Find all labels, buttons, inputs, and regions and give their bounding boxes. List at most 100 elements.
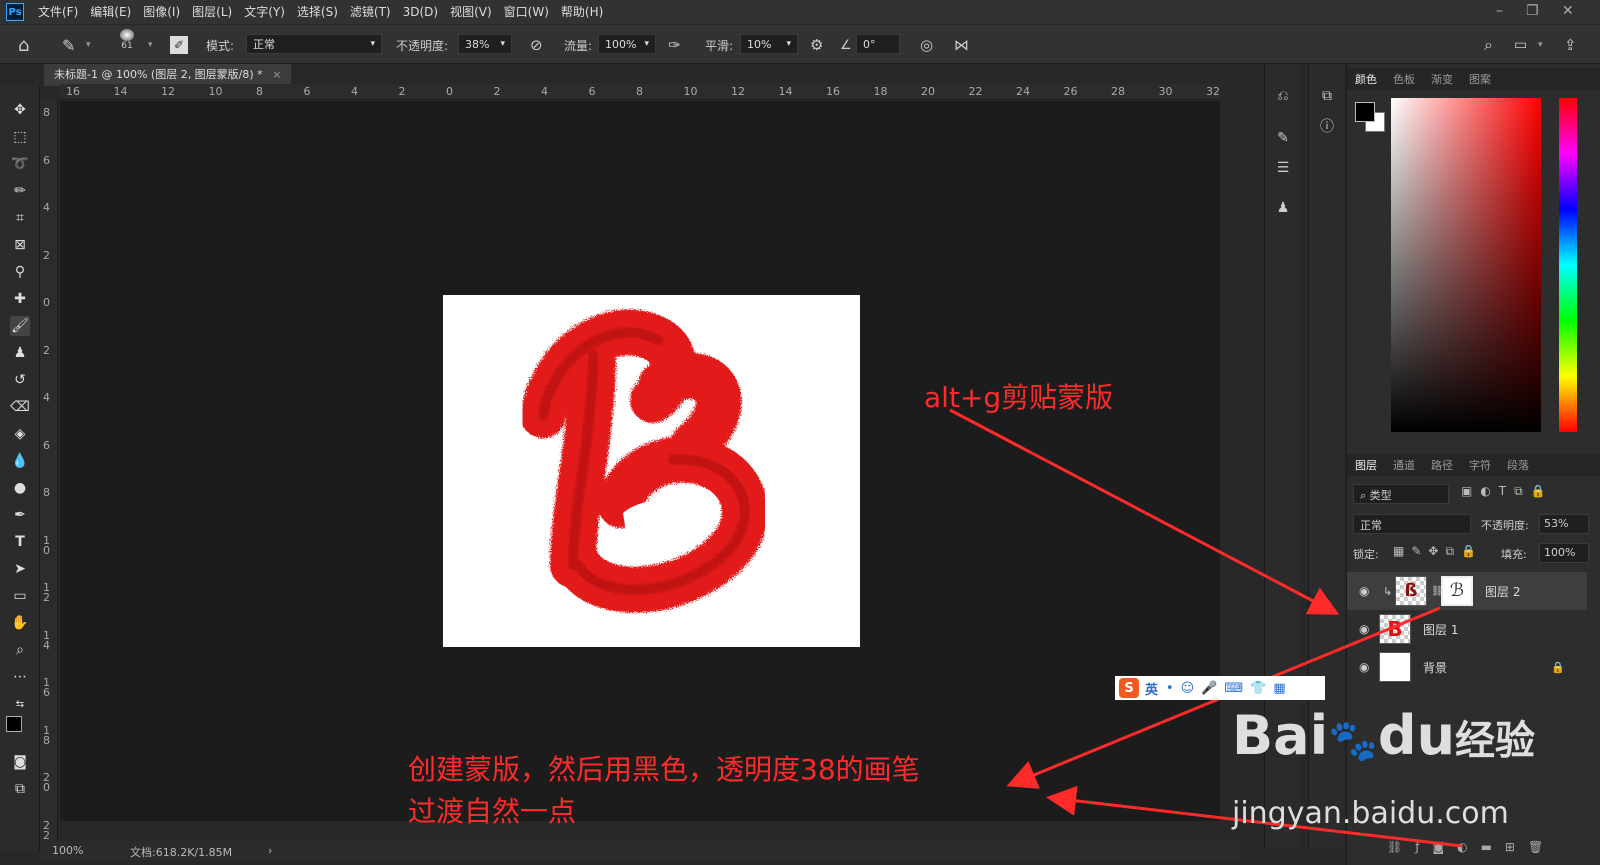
brush-tool-icon[interactable]: 🖌: [10, 316, 30, 336]
share-icon[interactable]: ⇪: [1564, 34, 1577, 56]
menu-type[interactable]: 文字(Y): [238, 0, 291, 24]
menu-layer[interactable]: 图层(L): [186, 0, 238, 24]
menu-view[interactable]: 视图(V): [444, 0, 498, 24]
eye-icon[interactable]: ◉: [1359, 584, 1369, 598]
menu-file[interactable]: 文件(F): [32, 0, 84, 24]
tab-patterns[interactable]: 图案: [1461, 71, 1499, 87]
blend-mode-select[interactable]: 正常: [1353, 514, 1471, 534]
tab-character[interactable]: 字符: [1461, 457, 1499, 473]
smooth-input[interactable]: 10% ▾: [740, 34, 798, 54]
chevron-down-icon[interactable]: ▾: [1538, 34, 1543, 56]
menu-edit[interactable]: 编辑(E): [84, 0, 137, 24]
brush-settings-panel-icon[interactable]: ✎: [1273, 128, 1293, 148]
tab-paragraph[interactable]: 段落: [1499, 457, 1537, 473]
airbrush-icon[interactable]: ✑: [668, 34, 681, 56]
hue-slider[interactable]: [1559, 98, 1577, 432]
menu-help[interactable]: 帮助(H): [555, 0, 609, 24]
paint-bucket-icon[interactable]: ◈: [10, 424, 30, 444]
crop-tool-icon[interactable]: ⌗: [10, 208, 30, 228]
close-icon[interactable]: ✕: [1562, 0, 1574, 22]
dodge-tool-icon[interactable]: ●: [10, 478, 30, 498]
healing-tool-icon[interactable]: ✚: [10, 289, 30, 309]
flow-input[interactable]: 100% ▾: [598, 34, 656, 54]
zoom-level[interactable]: 100%: [52, 844, 83, 857]
menu-window[interactable]: 窗口(W): [498, 0, 555, 24]
rectangle-tool-icon[interactable]: ▭: [10, 586, 30, 606]
zoom-tool-icon[interactable]: ⌕: [10, 640, 30, 660]
gear-icon[interactable]: ⚙: [810, 34, 823, 56]
layer-row-background[interactable]: ◉ 背景 🔒: [1347, 648, 1587, 686]
brush-tool-icon[interactable]: ✎: [62, 34, 75, 56]
fg-color-chip[interactable]: [1355, 102, 1375, 122]
close-tab-icon[interactable]: ×: [272, 68, 281, 81]
eye-icon[interactable]: ◉: [1359, 622, 1369, 636]
search-icon[interactable]: ⌕: [1484, 34, 1493, 56]
ime-toolbar[interactable]: S 英 •☺🎤⌨👕▦: [1115, 676, 1325, 700]
lasso-tool-icon[interactable]: ➰: [10, 154, 30, 174]
layer-name[interactable]: 背景: [1423, 659, 1447, 676]
minimize-icon[interactable]: –: [1496, 0, 1503, 22]
pressure-opacity-icon[interactable]: ⊘: [530, 34, 543, 56]
adjustments-icon[interactable]: ☰: [1273, 158, 1293, 178]
path-select-icon[interactable]: ➤: [10, 559, 30, 579]
quick-mask-icon[interactable]: ◙: [10, 752, 30, 772]
swap-colors-icon[interactable]: ⇆: [10, 694, 30, 714]
ime-tool-icons[interactable]: •☺🎤⌨👕▦: [1166, 681, 1293, 696]
menu-3d[interactable]: 3D(D): [397, 0, 444, 24]
opacity-input[interactable]: 38% ▾: [458, 34, 512, 54]
brush-preset-picker[interactable]: 61: [120, 29, 134, 51]
home-icon[interactable]: ⌂: [18, 34, 29, 56]
layer-filter-select[interactable]: ⌕ 类型: [1353, 484, 1449, 504]
layer-row-layer2[interactable]: ◉ ↳ ß ⛓ ℬ 图层 2: [1347, 572, 1587, 610]
angle-input[interactable]: 0°: [856, 34, 900, 54]
symmetry-icon[interactable]: ⋈: [954, 34, 969, 56]
layer-row-layer1[interactable]: ◉ B 图层 1: [1347, 610, 1587, 648]
document-canvas[interactable]: [443, 295, 860, 647]
tab-swatches[interactable]: 色板: [1385, 71, 1423, 87]
chevron-down-icon[interactable]: ▾: [148, 34, 153, 56]
ime-lang[interactable]: 英: [1145, 679, 1158, 698]
hand-tool-icon[interactable]: ✋: [10, 613, 30, 633]
tab-color[interactable]: 颜色: [1347, 71, 1385, 87]
type-tool-icon[interactable]: T: [10, 532, 30, 552]
stamp-tool-icon[interactable]: ♟: [10, 343, 30, 363]
layer-mask-thumbnail[interactable]: ℬ: [1441, 576, 1473, 606]
marquee-tool-icon[interactable]: ⬚: [10, 127, 30, 147]
clone-source-icon[interactable]: ♟: [1273, 198, 1293, 218]
layer-name[interactable]: 图层 1: [1423, 621, 1458, 638]
layers-comp-icon[interactable]: ⧉: [1317, 86, 1337, 106]
blur-tool-icon[interactable]: 💧: [10, 451, 30, 471]
fill-input[interactable]: 100%: [1539, 543, 1589, 563]
layer-opacity-input[interactable]: 53%: [1539, 514, 1589, 534]
quick-select-tool-icon[interactable]: ✏: [10, 181, 30, 201]
layer-name[interactable]: 图层 2: [1485, 583, 1520, 600]
lock-icons[interactable]: ▦✎✥⧉🔒: [1393, 544, 1483, 559]
eraser-tool-icon[interactable]: ⌫: [10, 397, 30, 417]
tab-gradients[interactable]: 渐变: [1423, 71, 1461, 87]
color-field[interactable]: [1391, 98, 1541, 432]
eye-icon[interactable]: ◉: [1359, 660, 1369, 674]
layer-filter-icons[interactable]: ▣◐T⧉🔒: [1461, 484, 1554, 499]
pen-tool-icon[interactable]: ✒: [10, 505, 30, 525]
tab-channels[interactable]: 通道: [1385, 457, 1423, 473]
eyedropper-tool-icon[interactable]: ⚲: [10, 262, 30, 282]
layer-actions[interactable]: ⛓ƒ◙◐▬⊞🗑: [1387, 840, 1587, 854]
history-brush-icon[interactable]: ↺: [10, 370, 30, 390]
status-arrow-icon[interactable]: ›: [268, 844, 272, 857]
screen-mode-icon[interactable]: ⧉: [10, 779, 30, 799]
info-icon[interactable]: ⓘ: [1317, 116, 1337, 136]
menu-select[interactable]: 选择(S): [291, 0, 344, 24]
tab-layers[interactable]: 图层: [1347, 457, 1385, 473]
frame-tool-icon[interactable]: ⊠: [10, 235, 30, 255]
menu-filter[interactable]: 滤镜(T): [344, 0, 397, 24]
mode-select[interactable]: 正常 ▾: [246, 34, 382, 54]
pressure-size-icon[interactable]: ◎: [920, 34, 933, 56]
brush-settings-icon[interactable]: ✐: [170, 36, 188, 54]
chevron-down-icon[interactable]: ▾: [86, 34, 91, 56]
restore-icon[interactable]: ❐: [1526, 0, 1539, 22]
document-tab[interactable]: 未标题-1 @ 100% (图层 2, 图层蒙版/8) * ×: [44, 64, 292, 86]
menu-image[interactable]: 图像(I): [137, 0, 186, 24]
tab-paths[interactable]: 路径: [1423, 457, 1461, 473]
foreground-color-swatch[interactable]: [6, 716, 22, 732]
workspace-icon[interactable]: ▭: [1514, 34, 1527, 56]
